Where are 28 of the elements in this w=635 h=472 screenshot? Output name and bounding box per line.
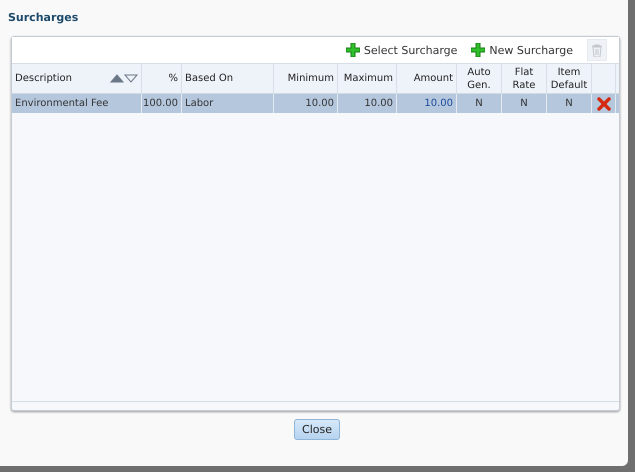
amount-link[interactable]: 10.00 (424, 98, 453, 109)
column-header[interactable]: Maximum (344, 72, 393, 85)
close-button[interactable]: Close (294, 419, 340, 440)
column-header[interactable]: Based On (185, 72, 234, 85)
table-cell: 100.00 (143, 98, 178, 109)
column-header[interactable]: Item Default (550, 66, 588, 92)
column-header[interactable]: Description (15, 72, 72, 85)
sort-arrows-icon[interactable] (110, 74, 138, 83)
table-cell: N (565, 98, 573, 109)
table-cell: 10.00 (305, 98, 334, 109)
column-header[interactable]: Auto Gen. (460, 66, 498, 92)
table-cell: N (520, 98, 528, 109)
table-cell: N (475, 98, 483, 109)
column-header[interactable]: Amount (414, 72, 453, 85)
table-cell: Labor (185, 98, 214, 109)
delete-x-icon[interactable] (596, 96, 610, 110)
table-cell: Environmental Fee (15, 98, 108, 109)
column-header[interactable]: % (168, 72, 178, 85)
plus-icon (346, 43, 360, 57)
trash-icon (592, 44, 602, 56)
add-button[interactable]: Select Surcharge (346, 43, 458, 57)
dialog-title: Surcharges (8, 10, 80, 26)
column-header[interactable]: Minimum (288, 72, 334, 85)
table-cell: 10.00 (364, 98, 393, 109)
table-row[interactable]: Environmental Fee 100.00 Labor 10.00 10.00 10.00 N N N (12, 94, 619, 113)
plus-icon (471, 43, 486, 57)
add-button[interactable]: New Surcharge (471, 43, 573, 57)
column-header[interactable]: Flat Rate (505, 66, 543, 92)
